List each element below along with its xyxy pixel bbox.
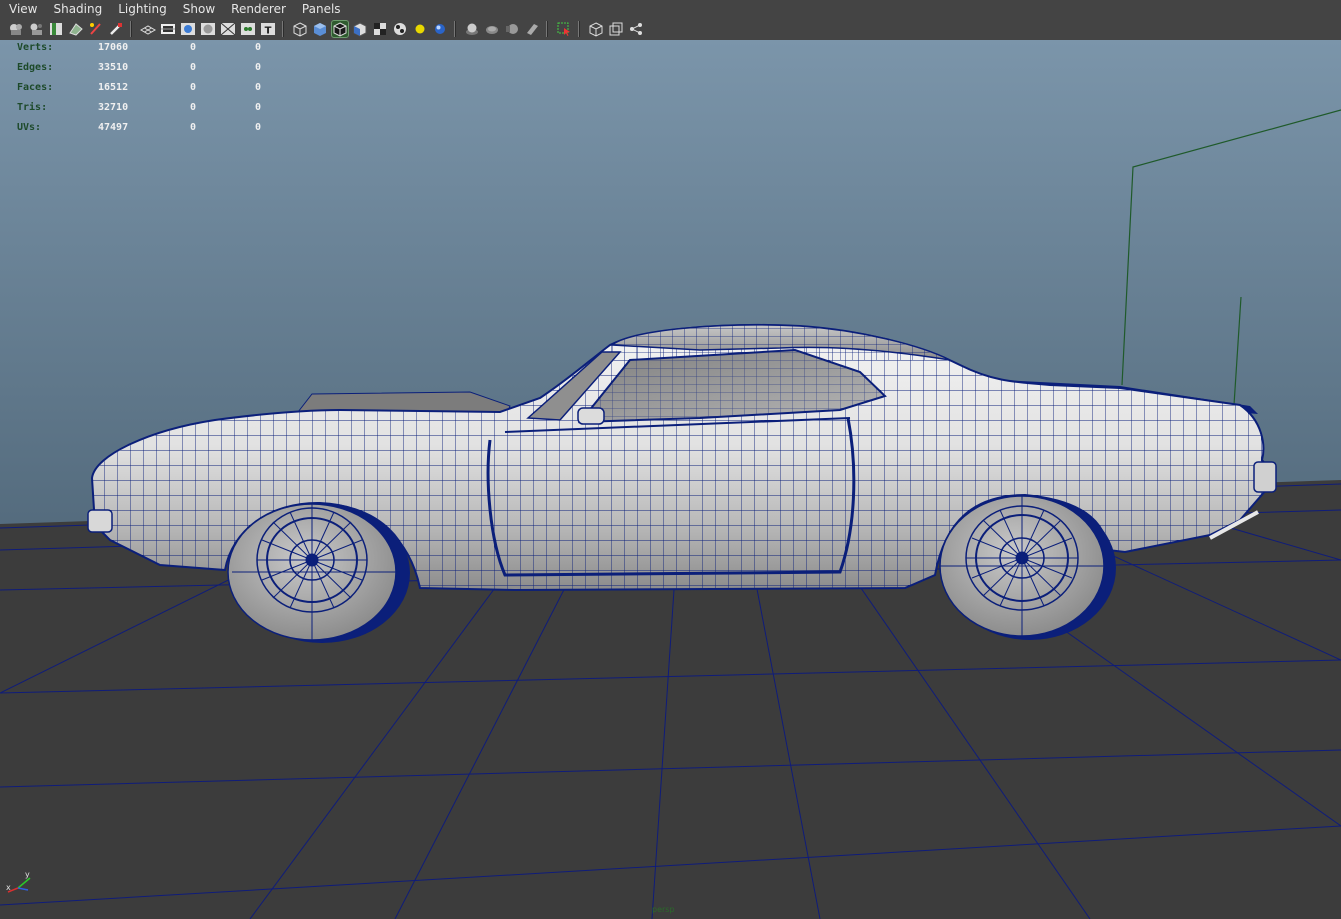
use-all-lights-icon[interactable] bbox=[432, 21, 448, 37]
hud-label: Edges: bbox=[17, 62, 54, 73]
xray-joints-icon[interactable] bbox=[628, 21, 644, 37]
film-gate-icon[interactable] bbox=[160, 21, 176, 37]
menu-panels[interactable]: Panels bbox=[294, 0, 349, 18]
2d-pan-zoom-icon[interactable] bbox=[108, 21, 124, 37]
hud-value-components: 0 bbox=[255, 102, 262, 113]
menu-lighting[interactable]: Lighting bbox=[110, 0, 175, 18]
axis-y-label: y bbox=[25, 870, 30, 879]
3d-viewport[interactable] bbox=[0, 40, 1341, 919]
toolbar-separator bbox=[130, 21, 132, 37]
wireframe-icon[interactable] bbox=[292, 21, 308, 37]
hud-label: Faces: bbox=[17, 82, 54, 93]
grid-toggle-icon[interactable] bbox=[140, 21, 156, 37]
view-axis-gizmo: y x bbox=[6, 868, 46, 898]
camera-select-icon[interactable] bbox=[8, 21, 24, 37]
flat-shade-icon[interactable] bbox=[352, 21, 368, 37]
anti-aliasing-icon[interactable] bbox=[524, 21, 540, 37]
field-chart-icon[interactable] bbox=[220, 21, 236, 37]
hud-value-selected: 0 bbox=[190, 122, 197, 133]
hud-value-selected: 0 bbox=[190, 102, 197, 113]
safe-action-icon[interactable] bbox=[240, 21, 256, 37]
bookmark-icon[interactable] bbox=[48, 21, 64, 37]
menu-renderer[interactable]: Renderer bbox=[223, 0, 294, 18]
image-plane-icon[interactable] bbox=[68, 21, 84, 37]
hud-value-selected: 0 bbox=[190, 42, 197, 53]
safe-title-icon[interactable]: T bbox=[260, 21, 276, 37]
hud-value-total: 32710 bbox=[98, 102, 129, 113]
hud-value-total: 16512 bbox=[98, 82, 129, 93]
wireframe-on-shaded-icon[interactable] bbox=[331, 20, 349, 38]
resolution-gate-icon[interactable] bbox=[180, 21, 196, 37]
hud-value-components: 0 bbox=[255, 42, 262, 53]
panel-menubar: View Shading Lighting Show Renderer Pane… bbox=[0, 0, 1341, 18]
xray-icon[interactable] bbox=[608, 21, 624, 37]
hud-value-selected: 0 bbox=[190, 82, 197, 93]
hud-value-components: 0 bbox=[255, 82, 262, 93]
menu-view[interactable]: View bbox=[0, 0, 45, 18]
hud-value-components: 0 bbox=[255, 122, 262, 133]
hud-value-total: 17060 bbox=[98, 42, 129, 53]
axis-x-label: x bbox=[6, 883, 11, 892]
toolbar-separator bbox=[282, 21, 284, 37]
hud-value-total: 47497 bbox=[98, 122, 129, 133]
screen-space-ao-icon[interactable] bbox=[484, 21, 500, 37]
panel-toolbar: T bbox=[0, 18, 1341, 40]
hud-label: Tris: bbox=[17, 102, 48, 113]
toolbar-separator bbox=[578, 21, 580, 37]
rear-wheel[interactable] bbox=[939, 495, 1116, 640]
gate-mask-icon[interactable] bbox=[200, 21, 216, 37]
car-rear-lamp bbox=[1253, 461, 1277, 493]
menu-shading[interactable]: Shading bbox=[45, 0, 110, 18]
maya-viewport-panel: View Shading Lighting Show Renderer Pane… bbox=[0, 0, 1341, 919]
grease-pencil-icon[interactable] bbox=[88, 21, 104, 37]
car-side-mirror bbox=[577, 407, 605, 425]
hud-label: UVs: bbox=[17, 122, 42, 133]
use-default-material-icon[interactable] bbox=[392, 21, 408, 37]
isolate-select-icon[interactable] bbox=[588, 21, 604, 37]
shadows-icon[interactable] bbox=[464, 21, 480, 37]
bounding-box-icon[interactable] bbox=[372, 21, 388, 37]
camera-name-label: persp bbox=[652, 905, 675, 914]
hud-label: Verts: bbox=[17, 42, 54, 53]
hud-value-components: 0 bbox=[255, 62, 262, 73]
smooth-shade-icon[interactable] bbox=[312, 21, 328, 37]
toolbar-separator bbox=[454, 21, 456, 37]
hud-value-total: 33510 bbox=[98, 62, 129, 73]
motion-blur-icon[interactable] bbox=[504, 21, 520, 37]
front-wheel[interactable] bbox=[227, 503, 410, 643]
camera-attributes-icon[interactable] bbox=[28, 21, 44, 37]
select-camera-icon[interactable] bbox=[556, 21, 572, 37]
hud-value-selected: 0 bbox=[190, 62, 197, 73]
menu-show[interactable]: Show bbox=[175, 0, 223, 18]
textured-icon[interactable] bbox=[412, 21, 428, 37]
toolbar-separator bbox=[546, 21, 548, 37]
svg-text:T: T bbox=[265, 26, 272, 37]
car-front-bumper bbox=[87, 509, 113, 533]
